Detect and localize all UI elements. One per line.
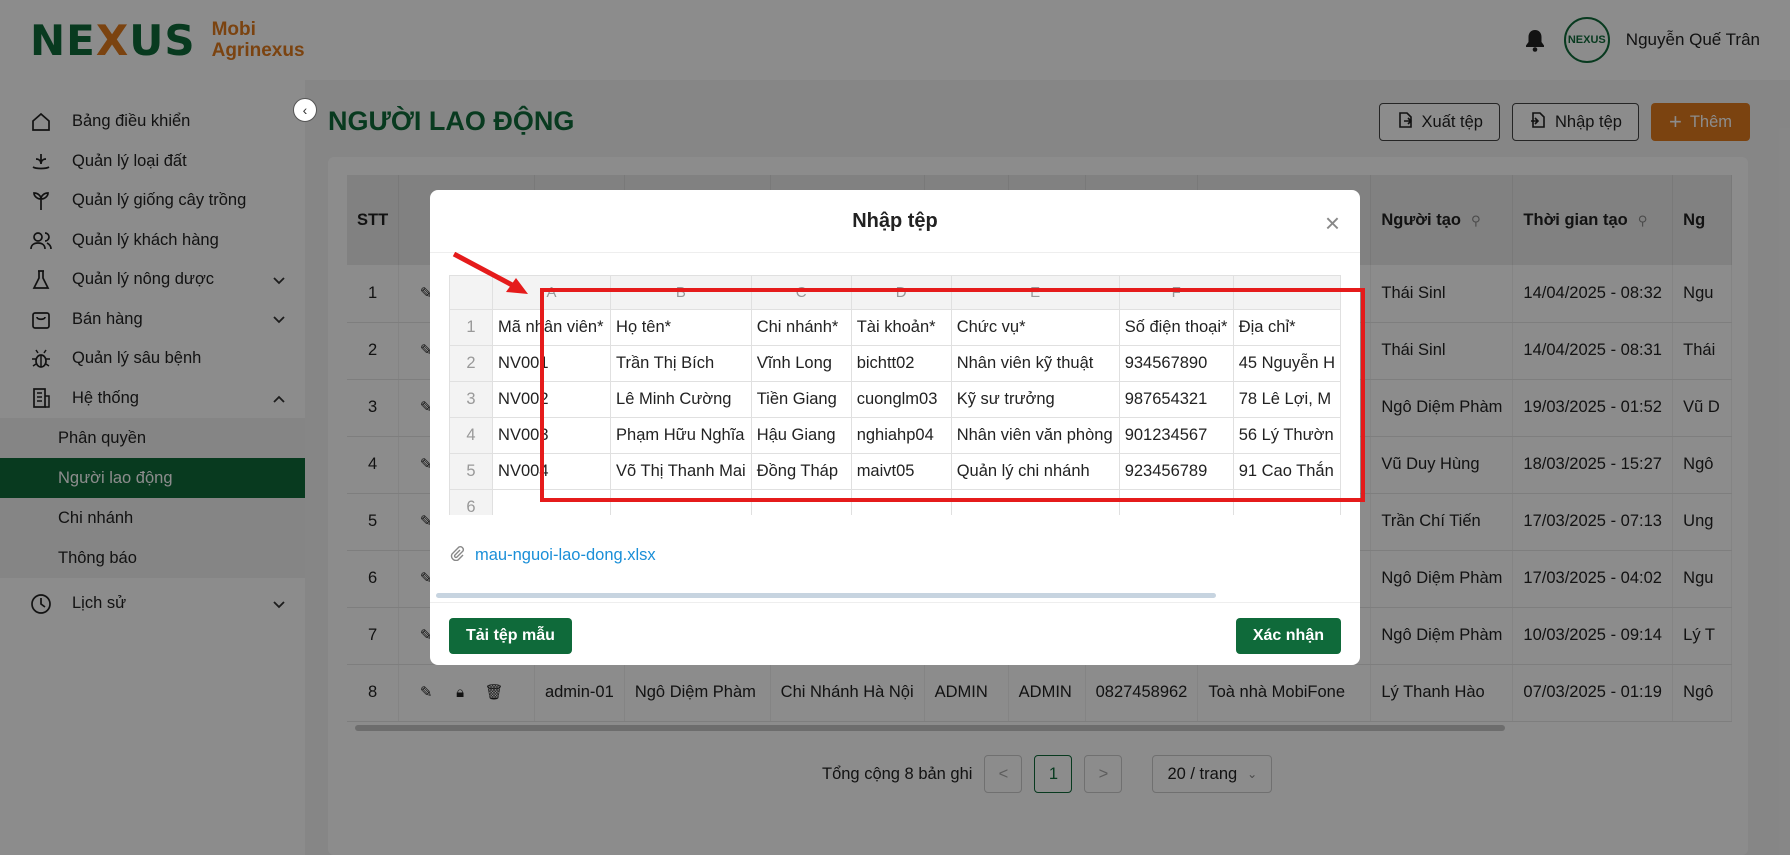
modal-scrollbar[interactable] <box>436 593 1216 598</box>
download-template-button[interactable]: Tải tệp mẫu <box>449 618 572 654</box>
sheet-row-number: 1 <box>449 309 494 346</box>
attached-file[interactable]: mau-nguoi-lao-dong.xlsx <box>449 545 656 566</box>
confirm-button[interactable]: Xác nhận <box>1235 618 1341 654</box>
file-name-link[interactable]: mau-nguoi-lao-dong.xlsx <box>475 546 656 565</box>
modal-title: Nhập tệp <box>852 210 938 232</box>
sheet-row-number: 4 <box>449 417 494 454</box>
sheet-row-number: 3 <box>449 381 494 418</box>
sheet-row-number: 2 <box>449 345 494 382</box>
annotation-arrow <box>452 252 528 294</box>
highlight-box <box>540 288 1365 502</box>
paperclip-icon <box>449 545 465 566</box>
collapse-sidebar-button[interactable]: ‹ <box>293 98 317 122</box>
close-icon[interactable]: × <box>1325 208 1340 239</box>
modal-footer-divider <box>430 602 1360 603</box>
chevron-left-icon: ‹ <box>302 102 308 118</box>
sheet-row-number: 6 <box>449 489 494 515</box>
sheet-row-number: 5 <box>449 453 494 490</box>
modal-divider <box>430 252 1360 253</box>
import-modal: Nhập tệp × ABCDEF 1 Mã nhân viên* Họ tên* C… <box>430 190 1365 665</box>
